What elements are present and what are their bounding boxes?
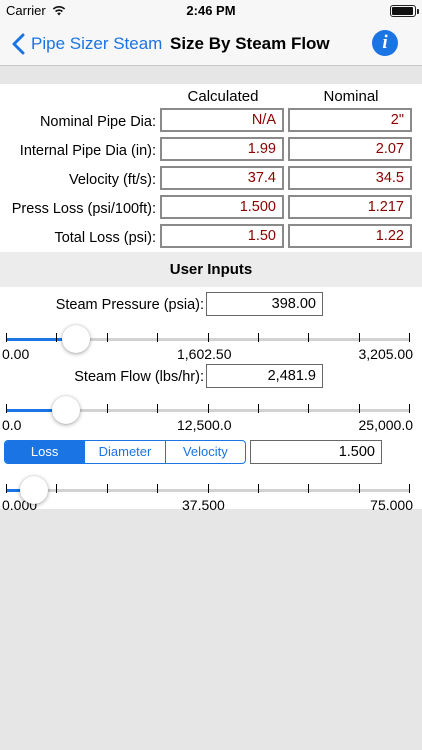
page-title: Size By Steam Flow [170,34,330,53]
slider-tick [107,404,108,413]
slider-tick [107,484,108,493]
slider-tick [157,484,158,493]
steam-pressure-slider[interactable]: 0.00 1,602.50 3,205.00 [2,320,413,362]
slider-tick [157,404,158,413]
slider-tick [258,484,259,493]
results-panel: Calculated Nominal Nominal Pipe Dia: N/A… [0,84,422,252]
column-header-calculated: Calculated [187,88,259,105]
internal-pipe-dia-nominal: 2.07 [288,137,412,161]
slider-tick [359,333,360,342]
press-loss-calculated: 1.500 [160,195,284,219]
mode-value-slider[interactable]: 0.000 37.500 75.000 [2,471,413,513]
nav-bar: Pipe Sizer Steam Size By Steam Flow i [0,22,422,66]
status-time: 2:46 PM [186,3,236,18]
steam-pressure-input[interactable]: 398.00 [206,292,323,316]
total-loss-nominal: 1.22 [288,224,412,248]
user-inputs-header: User Inputs [0,252,422,287]
slider-thumb[interactable] [62,325,91,353]
back-button-label: Pipe Sizer Steam [31,34,163,53]
total-loss-label: Total Loss (psi): [54,230,156,246]
slider-tick [107,333,108,342]
nominal-pipe-dia-label: Nominal Pipe Dia: [39,114,156,130]
slider-tick [208,484,209,493]
velocity-calculated: 37.4 [160,166,284,190]
steam-flow-input[interactable]: 2,481.9 [206,364,323,388]
nominal-pipe-dia-calculated: N/A [160,108,284,132]
info-icon[interactable]: i [372,30,398,56]
slider-tick [258,404,259,413]
press-loss-label: Press Loss (psi/100ft): [11,201,156,217]
mode-segmented-control[interactable]: Loss Diameter Velocity [4,440,246,464]
mode-value-input[interactable]: 1.500 [250,440,382,464]
slider-max-label: 75.000 [370,497,413,513]
slider-tick [409,404,410,413]
slider-tick [409,484,410,493]
slider-tick [359,484,360,493]
slider-min-label: 0.0 [2,417,22,433]
slider-tick [208,404,209,413]
slider-tick [308,484,309,493]
slider-mid-label: 1,602.50 [177,346,232,362]
segment-diameter[interactable]: Diameter [85,441,166,463]
nominal-pipe-dia-nominal: 2" [288,108,412,132]
slider-tick [56,484,57,493]
slider-tick [359,404,360,413]
battery-icon [390,5,419,17]
status-bar: Carrier 2:46 PM [0,0,422,22]
slider-tick [56,333,57,342]
velocity-nominal: 34.5 [288,166,412,190]
slider-min-label: 0.00 [2,346,30,362]
slider-tick [6,333,7,342]
total-loss-calculated: 1.50 [160,224,284,248]
slider-tick [308,333,309,342]
segment-velocity[interactable]: Velocity [166,441,245,463]
slider-tick [409,333,410,342]
slider-thumb[interactable] [51,396,80,424]
column-header-nominal: Nominal [323,88,379,105]
slider-mid-label: 37.500 [182,497,225,513]
steam-flow-label: Steam Flow (lbs/hr): [74,369,204,385]
slider-max-label: 25,000.0 [358,417,414,433]
slider-tick [6,404,7,413]
slider-tick [6,484,7,493]
slider-tick [258,333,259,342]
segment-loss[interactable]: Loss [5,441,86,463]
steam-pressure-label: Steam Pressure (psia): [55,297,204,313]
slider-mid-label: 12,500.0 [177,417,232,433]
press-loss-nominal: 1.217 [288,195,412,219]
chevron-left-icon [12,33,25,55]
slider-max-label: 3,205.00 [358,346,414,362]
back-button[interactable]: Pipe Sizer Steam [10,32,162,56]
slider-tick [157,333,158,342]
slider-tick [308,404,309,413]
slider-thumb[interactable] [20,476,49,504]
internal-pipe-dia-label: Internal Pipe Dia (in): [19,143,156,159]
slider-tick [208,333,209,342]
user-inputs-panel: Steam Pressure (psia): 398.00 0.00 1,602… [0,287,422,513]
velocity-label: Velocity (ft/s): [68,172,156,188]
steam-flow-slider[interactable]: 0.0 12,500.0 25,000.0 [2,391,413,433]
internal-pipe-dia-calculated: 1.99 [160,137,284,161]
